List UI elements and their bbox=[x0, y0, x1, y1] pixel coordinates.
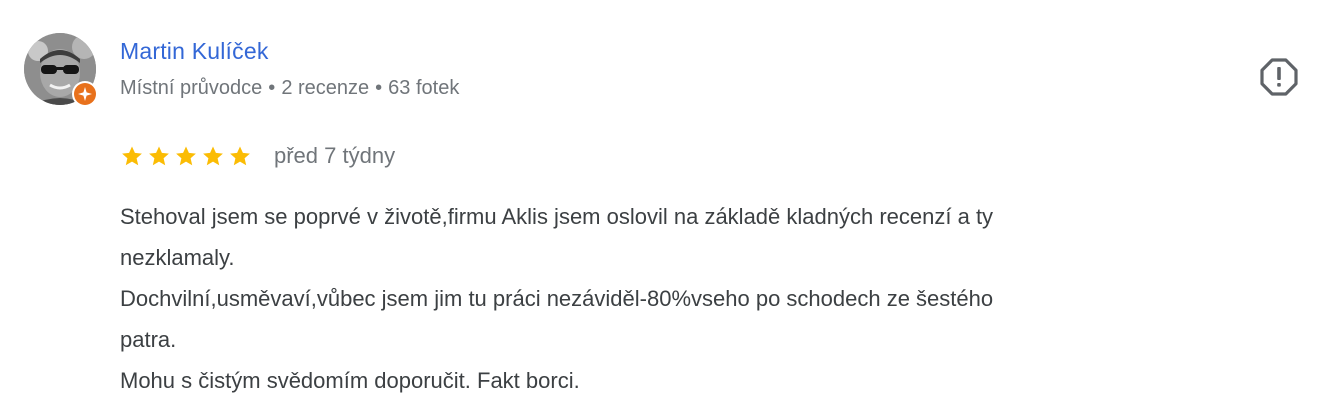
report-review-button[interactable] bbox=[1257, 55, 1301, 99]
reviewer-avatar[interactable] bbox=[24, 33, 98, 107]
reviews-count: 2 recenze bbox=[281, 77, 370, 99]
review-text-line: nezklamaly. bbox=[120, 245, 235, 270]
star-rating bbox=[120, 144, 252, 168]
review-date: před 7 týdny bbox=[274, 143, 396, 168]
meta-separator: • bbox=[268, 77, 276, 99]
star-icon bbox=[174, 144, 198, 168]
review-text-line: Dochvilní,usměvaví,vůbec jsem jim tu prá… bbox=[120, 286, 994, 311]
local-guide-badge bbox=[72, 81, 98, 107]
local-guide-label: Místní průvodce bbox=[120, 77, 263, 99]
star-icon bbox=[201, 144, 225, 168]
review-text: Stehoval jsem se poprvé v životě,firmu A… bbox=[120, 196, 1300, 401]
star-icon bbox=[228, 144, 252, 168]
report-icon bbox=[1260, 58, 1298, 96]
review-text-line: Mohu s čistým svědomím doporučit. Fakt b… bbox=[120, 368, 580, 393]
star-icon bbox=[147, 144, 171, 168]
review-card: Martin Kulíček Místní průvodce • 2 recenze… bbox=[0, 0, 1342, 412]
review-text-line: patra. bbox=[120, 327, 177, 352]
reviewer-name[interactable]: Martin Kulíček bbox=[120, 38, 269, 65]
meta-separator: • bbox=[375, 77, 383, 99]
photos-count: 63 fotek bbox=[388, 77, 460, 99]
rating-row: před 7 týdny bbox=[120, 140, 395, 172]
reviewer-meta: Místní průvodce • 2 recenze • 63 fotek bbox=[120, 77, 459, 100]
review-text-line: Stehoval jsem se poprvé v životě,firmu A… bbox=[120, 204, 994, 229]
star-icon bbox=[120, 144, 144, 168]
local-guide-badge-icon bbox=[78, 87, 92, 101]
